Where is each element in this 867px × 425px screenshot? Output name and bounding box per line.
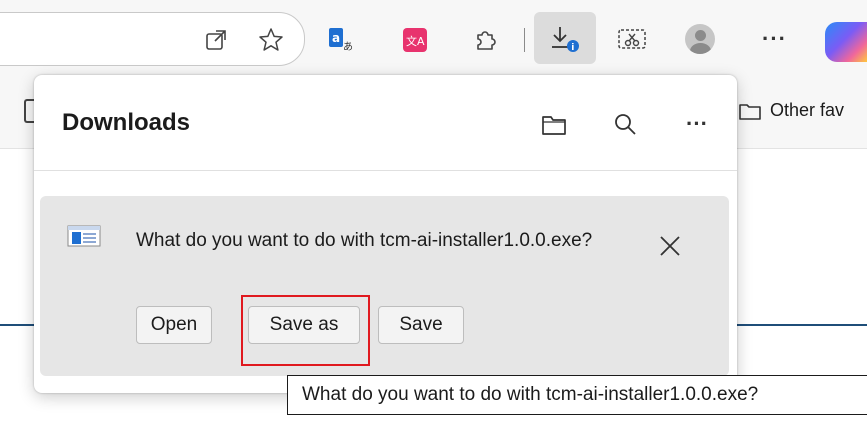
page-divider	[730, 324, 867, 326]
svg-text:i: i	[571, 43, 574, 53]
open-button[interactable]: Open	[136, 306, 212, 344]
profile-avatar[interactable]	[685, 24, 715, 54]
close-icon[interactable]	[658, 234, 682, 263]
svg-text:あ: あ	[343, 41, 353, 53]
translate-icon[interactable]: aあ	[327, 26, 355, 54]
extensions-icon[interactable]	[470, 25, 500, 55]
svg-text:文A: 文A	[406, 34, 425, 48]
tooltip: What do you want to do with tcm-ai-insta…	[287, 375, 867, 415]
downloads-title: Downloads	[62, 109, 191, 136]
exe-file-icon	[67, 225, 101, 247]
favorite-star-icon[interactable]	[256, 26, 286, 54]
downloads-icon: i	[548, 23, 582, 55]
more-icon[interactable]: ···	[762, 26, 787, 52]
search-icon[interactable]	[610, 109, 640, 139]
open-folder-icon[interactable]	[539, 111, 569, 139]
browser-toolbar: aあ 文A i ···	[0, 0, 867, 74]
download-prompt: What do you want to do with tcm-ai-insta…	[136, 230, 593, 251]
download-item: What do you want to do with tcm-ai-insta…	[40, 196, 729, 376]
folder-icon	[739, 103, 761, 120]
svg-text:a: a	[332, 31, 340, 45]
screenshot-icon[interactable]	[616, 25, 648, 55]
downloads-flyout: Downloads ··· What do you want to do wit…	[34, 75, 737, 393]
avatar-body	[690, 43, 711, 54]
bookmark-other-favorites[interactable]: Other fav	[738, 100, 844, 121]
open-in-app-icon[interactable]	[203, 27, 229, 53]
save-button[interactable]: Save	[378, 306, 464, 344]
bookmark-label: Other fav	[770, 100, 845, 120]
more-options-icon[interactable]: ···	[682, 109, 712, 139]
immersive-translate-icon[interactable]: 文A	[400, 25, 430, 55]
copilot-icon[interactable]	[825, 22, 867, 62]
flyout-divider	[34, 170, 737, 171]
save-as-highlight-box	[241, 295, 370, 366]
downloads-button[interactable]: i	[534, 12, 596, 64]
avatar-head	[695, 30, 706, 41]
toolbar-separator	[524, 28, 525, 52]
